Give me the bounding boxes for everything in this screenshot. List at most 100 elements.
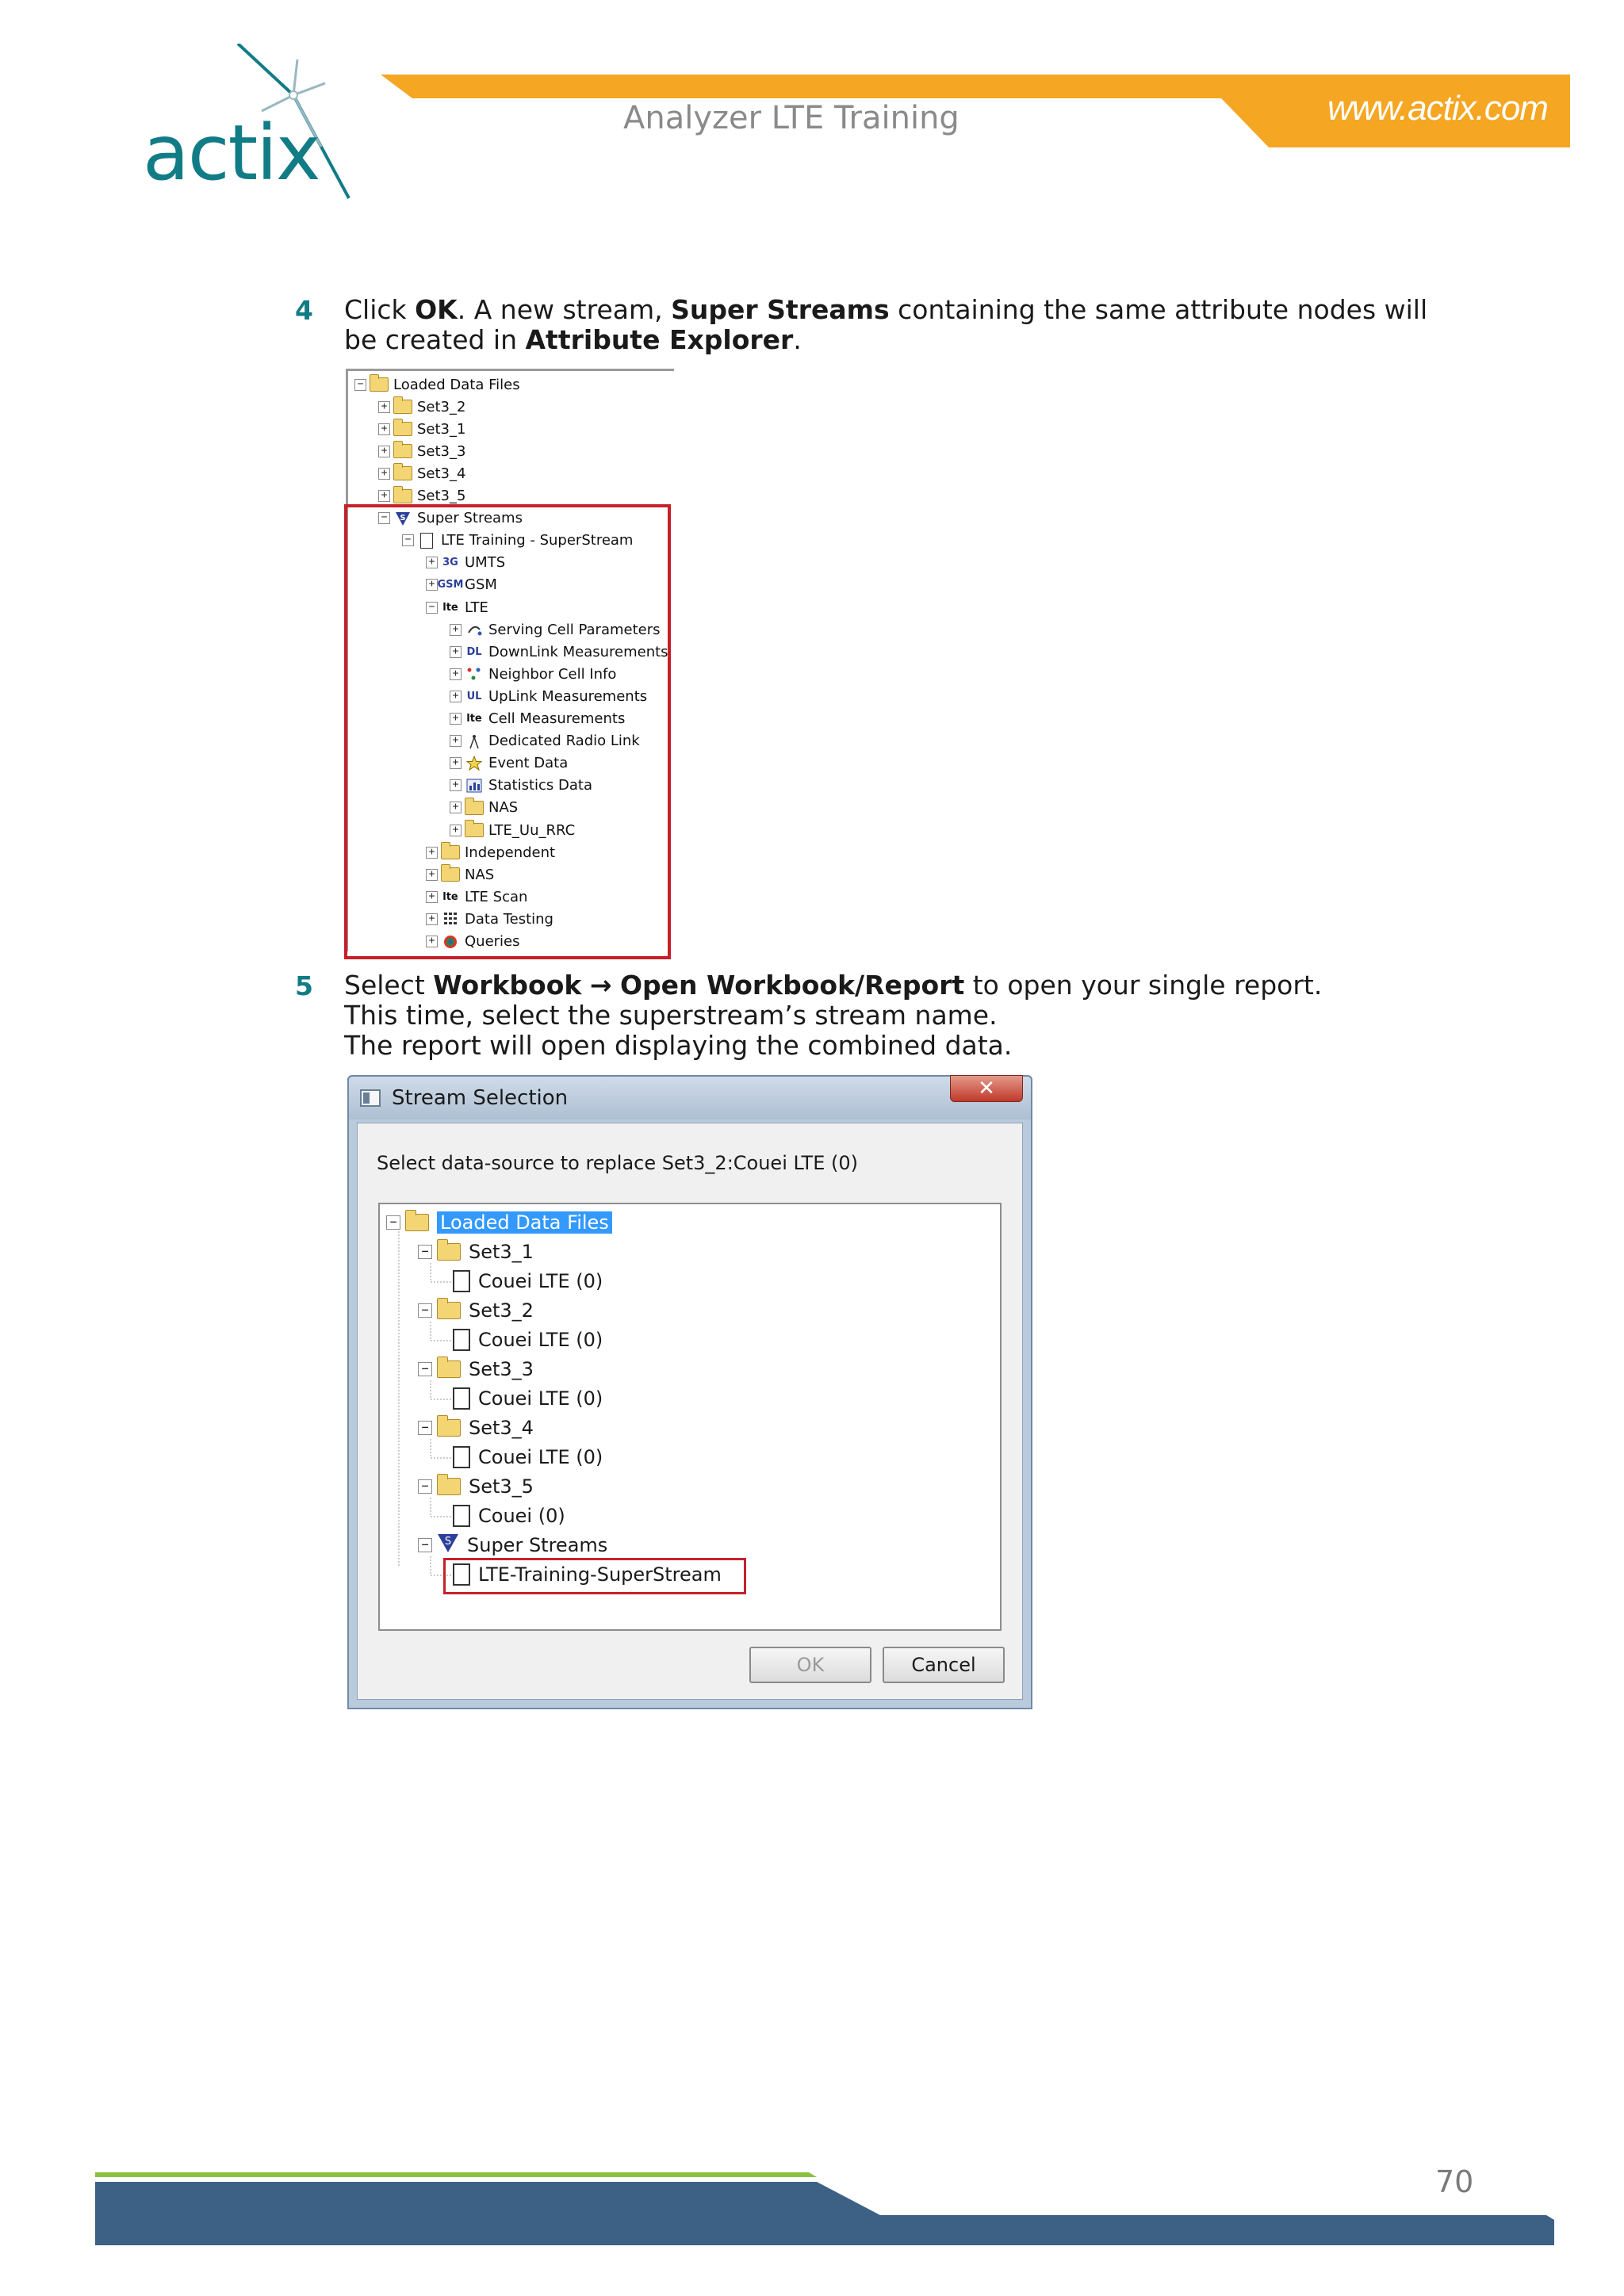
super-streams-term: Super Streams <box>671 294 890 325</box>
ok-term: OK <box>415 294 458 325</box>
step-number: 5 <box>295 970 313 1001</box>
collapse-icon[interactable]: − <box>418 1479 432 1494</box>
superstream-selection-highlight <box>443 1558 746 1594</box>
expand-icon[interactable]: + <box>378 423 390 435</box>
open-folder-icon <box>393 485 412 504</box>
document-icon <box>453 1329 470 1351</box>
collapse-icon[interactable]: − <box>386 1215 400 1230</box>
step-5-line-1: Select Workbook → Open Workbook/Report t… <box>344 970 1454 1001</box>
attribute-explorer-term: Attribute Explorer <box>525 324 794 355</box>
stream-label: Set3_2 <box>469 1299 534 1322</box>
document-icon <box>453 1446 470 1468</box>
document-icon <box>453 1505 470 1527</box>
stream-item[interactable]: Couei LTE (0) <box>453 1326 603 1353</box>
expand-icon[interactable]: + <box>378 467 390 480</box>
folder-icon <box>437 1298 461 1319</box>
stream-label: Set3_1 <box>469 1241 534 1263</box>
collapse-icon[interactable]: − <box>418 1303 432 1318</box>
collapse-icon[interactable]: − <box>418 1245 432 1259</box>
tree-item[interactable]: + Set3_3 <box>378 441 465 461</box>
text-run: . <box>793 324 802 355</box>
tree-item[interactable]: + Set3_2 <box>378 396 465 417</box>
tree-item[interactable]: + Set3_5 <box>378 485 466 507</box>
logo-wordmark: actix <box>143 109 321 197</box>
page-number: 70 <box>1435 2164 1474 2199</box>
stream-item[interactable]: Couei LTE (0) <box>453 1444 603 1471</box>
document-icon <box>453 1387 470 1410</box>
open-folder-icon <box>393 441 412 459</box>
dialog-titlebar[interactable]: Stream Selection ✕ <box>349 1075 1031 1119</box>
open-folder-icon <box>393 396 412 415</box>
dialog-body: Select data-source to replace Set3_2:Cou… <box>357 1123 1023 1700</box>
tree-item-label: Set3_3 <box>417 442 466 460</box>
stream-label: Loaded Data Files <box>437 1211 612 1234</box>
step-5-line-2: This time, select the superstream’s stre… <box>344 1000 998 1031</box>
collapse-icon[interactable]: − <box>354 378 366 391</box>
collapse-icon[interactable]: − <box>418 1538 432 1552</box>
tree-item-label: Set3_1 <box>417 420 466 438</box>
tree-item[interactable]: + Set3_4 <box>378 463 465 484</box>
open-folder-icon <box>393 463 412 481</box>
stream-label: Couei LTE (0) <box>478 1446 603 1468</box>
tree-item-label: Set3_5 <box>417 488 466 504</box>
header-title: Analyzer LTE Training <box>623 100 959 136</box>
expand-icon[interactable]: + <box>378 400 390 413</box>
dialog-prompt: Select data-source to replace Set3_2:Cou… <box>377 1152 859 1174</box>
cancel-button[interactable]: Cancel <box>883 1647 1005 1683</box>
stream-label: Couei LTE (0) <box>478 1387 603 1410</box>
step-5-text: Select Workbook → Open Workbook/Report t… <box>344 970 1454 1061</box>
footer-banner <box>95 2172 1554 2245</box>
stream-label: Couei LTE (0) <box>478 1329 603 1351</box>
tree-item-label: Set3_4 <box>417 465 466 482</box>
text-run: Click <box>344 294 416 325</box>
step-4-text: Click OK. A new stream, Super Streams co… <box>344 295 1438 355</box>
text-run: . A new stream, <box>457 294 672 325</box>
stream-item[interactable]: Couei (0) <box>453 1502 565 1529</box>
stream-item[interactable]: Couei LTE (0) <box>453 1385 603 1412</box>
text-run: to open your single report. <box>964 970 1323 1001</box>
workbook-term: Workbook <box>433 970 582 1001</box>
stream-item[interactable]: Couei LTE (0) <box>453 1268 603 1295</box>
text-run <box>581 970 590 1001</box>
tree-item-label: Loaded Data Files <box>393 376 520 393</box>
super-streams-highlight <box>344 504 671 959</box>
tree-folder-item[interactable]: − S Super Streams <box>418 1532 607 1559</box>
tree-folder-item[interactable]: − Set3_2 <box>418 1297 534 1324</box>
header-url[interactable]: www.actix.com <box>1327 89 1549 128</box>
collapse-icon[interactable]: − <box>418 1421 432 1435</box>
tree-item[interactable]: − Loaded Data Files <box>354 374 520 395</box>
stream-label: Super Streams <box>467 1534 608 1556</box>
document-icon <box>453 1270 470 1292</box>
expand-icon[interactable]: + <box>378 445 390 457</box>
tree-folder-item[interactable]: − Loaded Data Files <box>386 1209 612 1236</box>
folder-icon <box>437 1239 461 1261</box>
tree-folder-item[interactable]: − Set3_5 <box>418 1473 534 1500</box>
stream-label: Set3_3 <box>469 1358 534 1380</box>
tree-folder-item[interactable]: − Set3_4 <box>418 1414 534 1441</box>
collapse-icon[interactable]: − <box>418 1362 432 1376</box>
text-run: Select <box>344 970 434 1001</box>
open-workbook-term: Open Workbook/Report <box>619 970 965 1001</box>
stream-selection-dialog: Stream Selection ✕ Select data-source to… <box>347 1075 1032 1709</box>
folder-icon <box>370 374 389 392</box>
ok-button[interactable]: OK <box>749 1647 871 1683</box>
stream-label: Set3_5 <box>469 1475 534 1498</box>
tree-item[interactable]: + Set3_1 <box>378 419 465 439</box>
folder-icon <box>405 1210 429 1231</box>
dialog-title: Stream Selection <box>392 1086 569 1110</box>
close-button[interactable]: ✕ <box>950 1075 1023 1102</box>
tree-folder-item[interactable]: − Set3_1 <box>418 1238 534 1265</box>
actix-logo: actix <box>135 44 373 210</box>
folder-icon <box>437 1474 461 1495</box>
tree-folder-item[interactable]: − Set3_3 <box>418 1356 534 1383</box>
folder-icon <box>437 1415 461 1437</box>
open-folder-icon <box>393 419 412 437</box>
stream-label: Set3_4 <box>469 1417 534 1439</box>
window-icon <box>360 1089 381 1107</box>
stream-label: Couei (0) <box>478 1505 565 1527</box>
arrow-icon: → <box>589 970 612 1001</box>
step-5-line-3: The report will open displaying the comb… <box>344 1030 1013 1061</box>
expand-icon[interactable]: + <box>378 490 390 502</box>
svg-text:S: S <box>445 1536 451 1548</box>
stream-label: Couei LTE (0) <box>478 1270 603 1292</box>
